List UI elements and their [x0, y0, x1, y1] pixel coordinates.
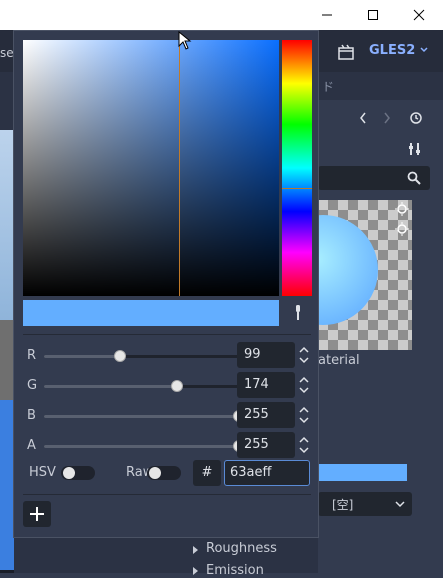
sv-cursor-line	[179, 40, 180, 296]
inspector-nav-row	[318, 105, 443, 133]
light-1-icon[interactable]	[395, 202, 409, 216]
color-preview-swatch	[23, 300, 279, 326]
plus-icon	[30, 507, 44, 521]
spin-arrows-icon[interactable]	[298, 405, 310, 425]
chevron-right-icon[interactable]	[382, 111, 392, 125]
a-slider-fill	[44, 445, 239, 448]
mouse-cursor-icon	[178, 31, 192, 50]
b-value: 255	[244, 407, 269, 422]
color-picker-popup: R 99 G 174 B 255 A 255 HSV Raw # 63aeff	[13, 30, 319, 538]
albedo-color-button[interactable]	[318, 464, 407, 481]
g-slider-fill	[44, 385, 178, 388]
window-title-bar	[0, 0, 443, 30]
viewport-sky	[0, 130, 14, 320]
viewport-ground	[0, 320, 14, 400]
maximize-icon	[368, 10, 378, 20]
raw-toggle-knob	[149, 467, 161, 479]
expand-arrow-icon[interactable]	[193, 546, 198, 554]
a-slider-track[interactable]	[44, 440, 245, 452]
maximize-button[interactable]	[350, 0, 396, 30]
dock-tab-label[interactable]: ド	[322, 78, 334, 95]
separator	[23, 494, 311, 495]
close-icon	[413, 9, 425, 21]
minimize-button[interactable]	[304, 0, 350, 30]
chevron-left-icon[interactable]	[358, 111, 368, 125]
movie-maker-icon[interactable]	[338, 44, 354, 64]
history-icon[interactable]	[408, 110, 424, 126]
texture-select-value: [空]	[332, 498, 354, 512]
r-slider-fill	[44, 355, 120, 358]
3d-viewport[interactable]	[0, 130, 14, 573]
a-spinbox[interactable]: 255	[237, 432, 295, 458]
minimize-icon	[322, 14, 332, 16]
b-spinbox[interactable]: 255	[237, 402, 295, 428]
material-type-label: aterial	[318, 353, 360, 368]
hex-hash-button[interactable]: #	[193, 460, 221, 486]
add-preset-button[interactable]	[23, 501, 51, 527]
channel-label-b: B	[27, 408, 36, 423]
chevron-down-icon	[420, 47, 428, 53]
channel-label-a: A	[27, 438, 36, 453]
g-slider-grabber[interactable]	[171, 380, 184, 392]
search-icon	[407, 171, 421, 185]
b-slider-track[interactable]	[44, 410, 245, 422]
spin-arrows-icon[interactable]	[298, 435, 310, 455]
chevron-down-icon	[395, 501, 405, 508]
eyedropper-icon[interactable]	[290, 303, 306, 323]
hsv-toggle-knob	[63, 467, 75, 479]
hex-input[interactable]: 63aeff	[224, 460, 310, 486]
slider-row-b: B 255	[23, 402, 311, 430]
expand-arrow-icon[interactable]	[193, 567, 198, 575]
slider-row-r: R 99	[23, 342, 311, 370]
hue-slider[interactable]	[282, 40, 312, 296]
section-emission[interactable]: Emission	[206, 563, 264, 578]
a-value: 255	[244, 437, 269, 452]
spin-arrows-icon[interactable]	[298, 345, 310, 365]
raw-toggle[interactable]	[147, 466, 181, 480]
channel-label-g: G	[27, 378, 38, 393]
r-slider-track[interactable]	[44, 350, 239, 362]
slider-row-g: G 174	[23, 372, 311, 400]
channel-label-r: R	[27, 348, 37, 363]
r-value: 99	[244, 347, 261, 362]
viewport-object	[0, 400, 14, 570]
hue-marker	[282, 188, 312, 189]
hsv-label: HSV	[29, 465, 56, 480]
renderer-selector[interactable]: GLES2	[369, 43, 415, 58]
preview-sphere	[318, 215, 378, 325]
g-value: 174	[244, 377, 269, 392]
g-spinbox[interactable]: 174	[237, 372, 295, 398]
saturation-value-square[interactable]	[23, 40, 279, 296]
slider-row-a: A 255	[23, 432, 311, 460]
tools-icon[interactable]	[407, 141, 423, 157]
dock-tab-strip	[318, 76, 443, 100]
r-spinbox[interactable]: 99	[237, 342, 295, 368]
mode-toggle-row: HSV Raw # 63aeff	[23, 458, 311, 488]
g-slider-track[interactable]	[44, 380, 239, 392]
window-title-fragment: se	[0, 46, 14, 60]
r-slider-grabber[interactable]	[113, 350, 126, 362]
close-button[interactable]	[396, 0, 442, 30]
section-roughness[interactable]: Roughness	[206, 541, 277, 556]
b-slider-fill	[44, 415, 239, 418]
separator	[23, 334, 311, 335]
hsv-toggle[interactable]	[61, 466, 95, 480]
spin-arrows-icon[interactable]	[298, 375, 310, 395]
light-2-icon[interactable]	[395, 222, 409, 236]
